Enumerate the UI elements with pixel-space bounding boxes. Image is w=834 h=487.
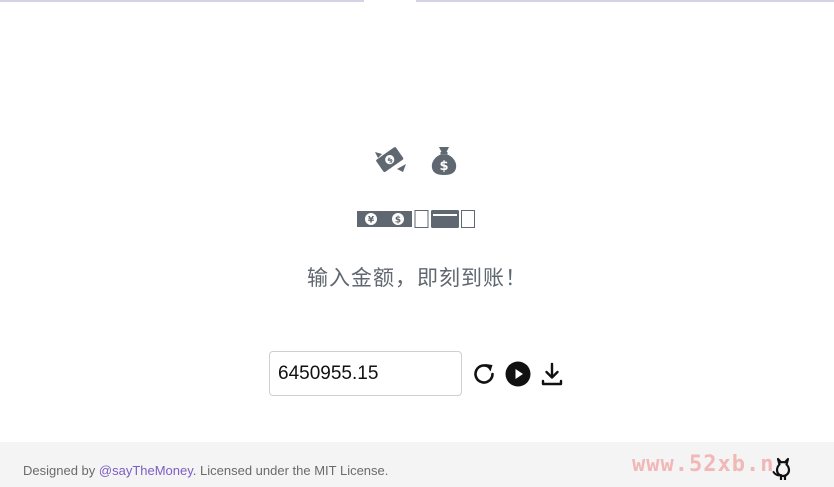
tagline: 输入金额，即刻到账！ <box>307 266 527 290</box>
footer: Designed by @sayTheMoney. Licensed under… <box>0 442 834 487</box>
yen-dollar-strip-icon: ¥ $ <box>357 210 475 228</box>
github-icon <box>772 457 791 480</box>
svg-text:¥: ¥ <box>368 216 375 226</box>
top-border <box>0 0 834 2</box>
top-border-right <box>416 0 834 2</box>
amount-controls <box>269 351 565 396</box>
app-page: $ $ ¥ $ 输入金额，即刻到账！ 6450955.15 Designed b… <box>0 0 834 487</box>
top-border-left <box>0 0 364 2</box>
currency-strip: ¥ $ <box>0 208 834 230</box>
amount-input[interactable] <box>269 351 462 396</box>
download-button[interactable] <box>539 361 565 387</box>
play-button[interactable] <box>505 361 531 387</box>
github-link[interactable] <box>770 454 796 480</box>
footer-license: . Licensed under the MIT License. <box>192 463 389 478</box>
svg-text:$: $ <box>395 216 401 226</box>
footer-prefix: Designed by <box>23 463 99 478</box>
flying-money-icon: $ <box>375 147 406 173</box>
refresh-button[interactable] <box>471 361 497 387</box>
author-link[interactable]: @sayTheMoney <box>99 463 193 478</box>
play-icon <box>505 361 531 386</box>
footer-credit: Designed by @sayTheMoney. Licensed under… <box>23 463 388 478</box>
money-bag-icon: $ <box>431 147 457 175</box>
svg-text:$: $ <box>439 159 448 174</box>
refresh-icon <box>474 363 494 384</box>
download-icon <box>541 362 563 385</box>
hero-icons: $ $ <box>0 140 834 180</box>
watermark: www.52xb.n <box>632 452 775 477</box>
